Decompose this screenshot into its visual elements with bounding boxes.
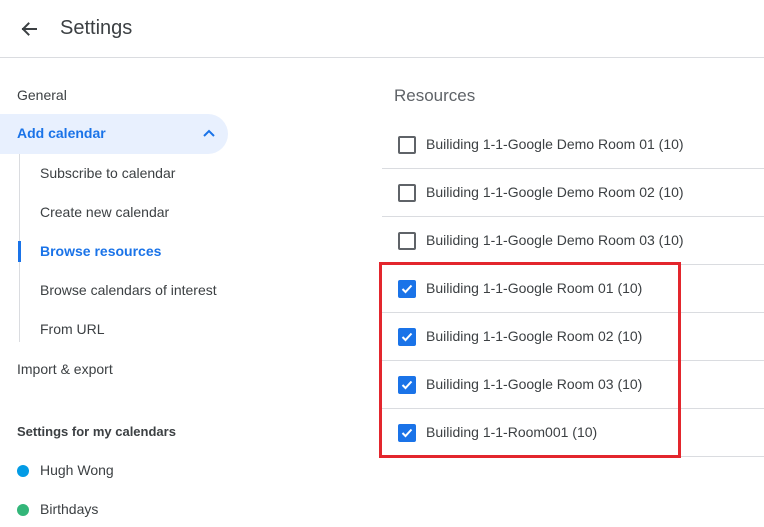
resource-label: Builiding 1-1-Google Demo Room 01 (10) (426, 136, 684, 152)
checkmark-icon (401, 428, 413, 438)
checkbox[interactable] (398, 184, 416, 202)
sidebar-item-subscribe[interactable]: Subscribe to calendar (40, 164, 175, 182)
sidebar-item-browse-resources[interactable]: Browse resources (40, 242, 161, 260)
sidebar-item-import-export[interactable]: Import & export (17, 360, 113, 378)
checkmark-icon (401, 284, 413, 294)
checkbox-checked[interactable] (398, 424, 416, 442)
resource-row[interactable]: Builiding 1-1-Google Demo Room 02 (10) (382, 169, 764, 217)
back-button[interactable] (14, 14, 44, 44)
top-bar: Settings (0, 0, 764, 58)
resource-row[interactable]: Builiding 1-1-Google Room 03 (10) (382, 361, 764, 409)
resources-title: Resources (394, 86, 476, 105)
checkbox[interactable] (398, 232, 416, 250)
page-title: Settings (60, 17, 133, 39)
resource-row[interactable]: Builiding 1-1-Room001 (10) (382, 409, 764, 457)
sidebar-item-browse-interest[interactable]: Browse calendars of interest (40, 281, 217, 299)
sidebar-item-from-url[interactable]: From URL (40, 320, 105, 338)
sidebar-item-label: Add calendar (17, 125, 106, 141)
checkbox-checked[interactable] (398, 328, 416, 346)
resource-label: Builiding 1-1-Room001 (10) (426, 424, 598, 440)
resource-label: Builiding 1-1-Google Demo Room 02 (10) (426, 184, 684, 200)
resource-label: Builiding 1-1-Google Room 01 (10) (426, 280, 643, 296)
checkmark-icon (401, 380, 413, 390)
sidebar-item-general[interactable]: General (17, 86, 67, 104)
sidebar-item-create-new[interactable]: Create new calendar (40, 203, 169, 221)
resource-row[interactable]: Builiding 1-1-Google Room 02 (10) (382, 313, 764, 361)
chevron-up-icon (203, 129, 215, 137)
resource-label: Builiding 1-1-Google Room 02 (10) (426, 328, 643, 344)
calendar-color-dot (17, 504, 29, 516)
checkbox-checked[interactable] (398, 376, 416, 394)
calendar-color-dot (17, 465, 29, 477)
resource-row[interactable]: Builiding 1-1-Google Demo Room 01 (10) (382, 121, 764, 169)
resource-row[interactable]: Builiding 1-1-Google Demo Room 03 (10) (382, 217, 764, 265)
checkbox[interactable] (398, 136, 416, 154)
resource-row[interactable]: Builiding 1-1-Google Room 01 (10) (382, 265, 764, 313)
checkbox-checked[interactable] (398, 280, 416, 298)
calendar-name: Birthdays (40, 501, 99, 517)
resource-label: Builiding 1-1-Google Demo Room 03 (10) (426, 232, 684, 248)
calendar-name: Hugh Wong (40, 462, 114, 478)
resource-label: Builiding 1-1-Google Room 03 (10) (426, 376, 643, 392)
my-calendars-heading: Settings for my calendars (17, 424, 176, 439)
active-indicator (18, 241, 21, 262)
arrow-back-icon (21, 22, 37, 36)
sidebar-item-add-calendar[interactable]: Add calendar (0, 114, 228, 154)
checkmark-icon (401, 332, 413, 342)
